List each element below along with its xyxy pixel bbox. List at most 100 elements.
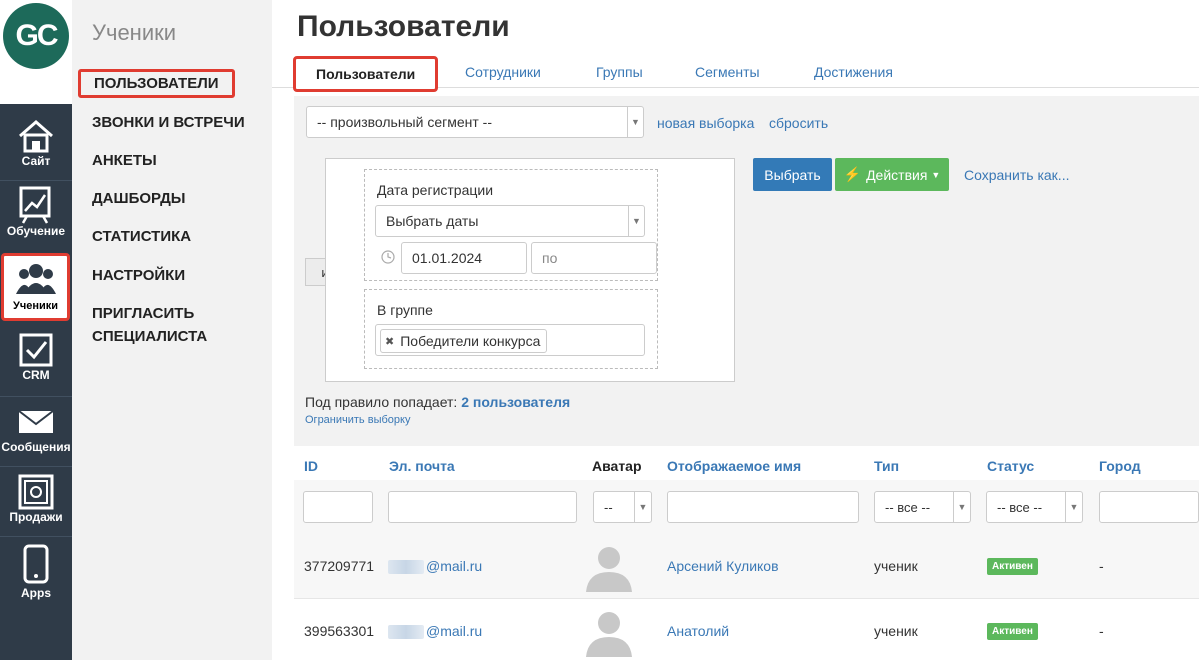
bolt-icon: ⚡ [843, 166, 862, 182]
group-tag: ✖ Победители конкурса [380, 329, 548, 353]
column-city[interactable]: Город [1099, 458, 1141, 474]
chevron-down-icon: ▼ [627, 107, 643, 137]
clock-icon [381, 250, 395, 264]
sidebar-item-calls[interactable]: ЗВОНКИ И ВСТРЕЧИ [92, 111, 245, 134]
sidebar-item-forms[interactable]: АНКЕТЫ [92, 149, 157, 172]
logo[interactable]: GC [3, 3, 69, 69]
segment-select[interactable]: -- произвольный сегмент -- ▼ [306, 106, 644, 138]
date-to-input[interactable]: по [531, 242, 657, 274]
column-status[interactable]: Статус [987, 458, 1034, 474]
nav-apps[interactable]: Apps [0, 544, 72, 602]
select-button[interactable]: Выбрать [753, 158, 832, 191]
status-filter-select[interactable]: -- все -- ▼ [986, 491, 1083, 523]
nav-learning[interactable]: Обучение [0, 186, 72, 246]
sidebar-item-users[interactable]: ПОЛЬЗОВАТЕЛИ [78, 69, 235, 98]
condition-label: Дата регистрации [377, 182, 494, 198]
save-as-link[interactable]: Сохранить как... [964, 167, 1069, 183]
main-nav-bar: GC Сайт Обучение Ученики CRM Сообщения П… [0, 0, 72, 660]
cell-city: - [1099, 558, 1104, 574]
cell-display-name[interactable]: Анатолий [667, 623, 729, 639]
tab-achievements[interactable]: Достижения [814, 64, 893, 80]
tab-users[interactable]: Пользователи [293, 56, 439, 92]
city-filter-input[interactable] [1099, 491, 1199, 523]
cell-id: 399563301 [304, 623, 375, 639]
email-filter-input[interactable] [388, 491, 577, 523]
avatar-placeholder-icon [586, 547, 632, 592]
table-row[interactable]: 377209771 @mail.ru Арсений Куликов учени… [294, 534, 1199, 598]
nav-divider [0, 180, 72, 181]
home-icon [19, 120, 53, 153]
type-filter-select[interactable]: -- все -- ▼ [874, 491, 971, 523]
sidebar-item-invite-line2[interactable]: СПЕЦИАЛИСТА [92, 325, 207, 348]
cell-id: 377209771 [304, 558, 375, 574]
redacted-email-part [388, 625, 424, 640]
limit-selection-link[interactable]: Ограничить выборку [305, 414, 410, 426]
rule-builder: Дата регистрации Выбрать даты ▼ 01.01.20… [325, 158, 735, 382]
nav-divider [0, 396, 72, 397]
remove-tag-icon[interactable]: ✖ [385, 335, 394, 348]
status-badge: Активен [987, 623, 1038, 640]
filter-panel: -- произвольный сегмент -- ▼ новая выбор… [294, 96, 1199, 446]
group-tags-input[interactable]: ✖ Победители конкурса [375, 324, 645, 356]
tab-employees[interactable]: Сотрудники [465, 64, 541, 80]
nav-divider [0, 466, 72, 467]
condition-label: В группе [377, 302, 433, 318]
matches-summary: Под правило попадает: 2 пользователя [305, 394, 571, 410]
tab-bar: Пользователи Сотрудники Группы Сегменты … [272, 54, 1199, 92]
cell-type: ученик [874, 558, 918, 574]
date-range-select[interactable]: Выбрать даты ▼ [375, 205, 645, 237]
date-from-input[interactable]: 01.01.2024 [401, 242, 527, 274]
actions-dropdown-button[interactable]: ⚡ Действия ▼ [835, 158, 949, 191]
column-type[interactable]: Тип [874, 458, 899, 474]
redacted-email-part [388, 560, 424, 575]
reset-link[interactable]: сбросить [769, 115, 828, 131]
nav-crm[interactable]: CRM [0, 332, 72, 388]
cell-type: ученик [874, 623, 918, 639]
nav-messages[interactable]: Сообщения [0, 408, 72, 460]
column-avatar: Аватар [592, 458, 642, 474]
nav-students[interactable]: Ученики [1, 253, 70, 321]
cell-display-name[interactable]: Арсений Куликов [667, 558, 779, 574]
table-row[interactable]: 399563301 @mail.ru Анатолий ученик Актив… [294, 598, 1199, 660]
name-filter-input[interactable] [667, 491, 859, 523]
condition-in-group: В группе ✖ Победители конкурса [364, 289, 658, 369]
users-icon [15, 264, 56, 294]
status-badge: Активен [987, 558, 1038, 575]
main-content: Пользователи Пользователи Сотрудники Гру… [272, 0, 1199, 660]
avatar-filter-select[interactable]: -- ▼ [593, 491, 652, 523]
caret-down-icon: ▼ [931, 169, 941, 180]
matches-count-link[interactable]: 2 пользователя [461, 394, 570, 410]
chevron-down-icon: ▼ [953, 492, 970, 522]
safe-icon [18, 474, 54, 510]
checkbox-icon [19, 333, 53, 367]
section-title: Ученики [92, 20, 177, 45]
condition-registration-date: Дата регистрации Выбрать даты ▼ 01.01.20… [364, 169, 658, 281]
nav-divider [0, 536, 72, 537]
phone-icon [23, 544, 49, 584]
envelope-icon [18, 410, 54, 433]
chevron-down-icon: ▼ [628, 206, 644, 236]
nav-site[interactable]: Сайт [0, 118, 72, 176]
nav-sales[interactable]: Продажи [0, 474, 72, 530]
new-selection-link[interactable]: новая выборка [657, 115, 754, 131]
id-filter-input[interactable] [303, 491, 373, 523]
page-title: Пользователи [297, 10, 510, 43]
chevron-down-icon: ▼ [1065, 492, 1082, 522]
sidebar-item-settings[interactable]: НАСТРОЙКИ [92, 264, 185, 287]
column-email[interactable]: Эл. почта [389, 458, 455, 474]
tab-groups[interactable]: Группы [596, 64, 643, 80]
section-sidebar: Ученики ПОЛЬЗОВАТЕЛИ ЗВОНКИ И ВСТРЕЧИ АН… [72, 0, 272, 660]
cell-city: - [1099, 623, 1104, 639]
logo-area: GC [0, 0, 72, 104]
table-filter-row: -- ▼ -- все -- ▼ -- все -- ▼ [294, 480, 1199, 534]
sidebar-item-dashboards[interactable]: ДАШБОРДЫ [92, 187, 185, 210]
column-id[interactable]: ID [304, 458, 318, 474]
cell-email[interactable]: @mail.ru [388, 623, 482, 640]
column-display-name[interactable]: Отображаемое имя [667, 458, 801, 474]
chevron-down-icon: ▼ [634, 492, 651, 522]
chart-board-icon [19, 186, 51, 224]
sidebar-item-invite[interactable]: ПРИГЛАСИТЬ [92, 302, 194, 325]
tab-segments[interactable]: Сегменты [695, 64, 760, 80]
cell-email[interactable]: @mail.ru [388, 558, 482, 575]
sidebar-item-statistics[interactable]: СТАТИСТИКА [92, 225, 191, 248]
